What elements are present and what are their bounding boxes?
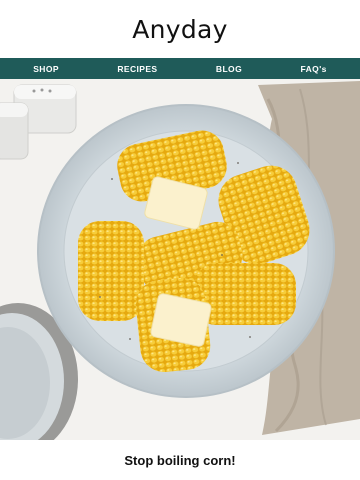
headline-section: Stop boiling corn!	[0, 440, 360, 480]
nav-item-blog[interactable]: BLOG	[216, 64, 242, 74]
pepper-shaker-icon	[0, 102, 29, 160]
site-header: Anyday	[0, 0, 360, 58]
nav-item-shop[interactable]: SHOP	[33, 64, 59, 74]
headline: Stop boiling corn!	[124, 452, 236, 468]
nav-item-recipes[interactable]: RECIPES	[117, 64, 157, 74]
corn-cob-4	[78, 221, 144, 321]
main-nav: SHOP RECIPES BLOG FAQ's	[0, 58, 360, 79]
brand-logo[interactable]: Anyday	[132, 15, 228, 44]
nav-item-faqs[interactable]: FAQ's	[301, 64, 327, 74]
hero-image	[0, 79, 360, 440]
corn-photo-illustration	[0, 79, 360, 440]
